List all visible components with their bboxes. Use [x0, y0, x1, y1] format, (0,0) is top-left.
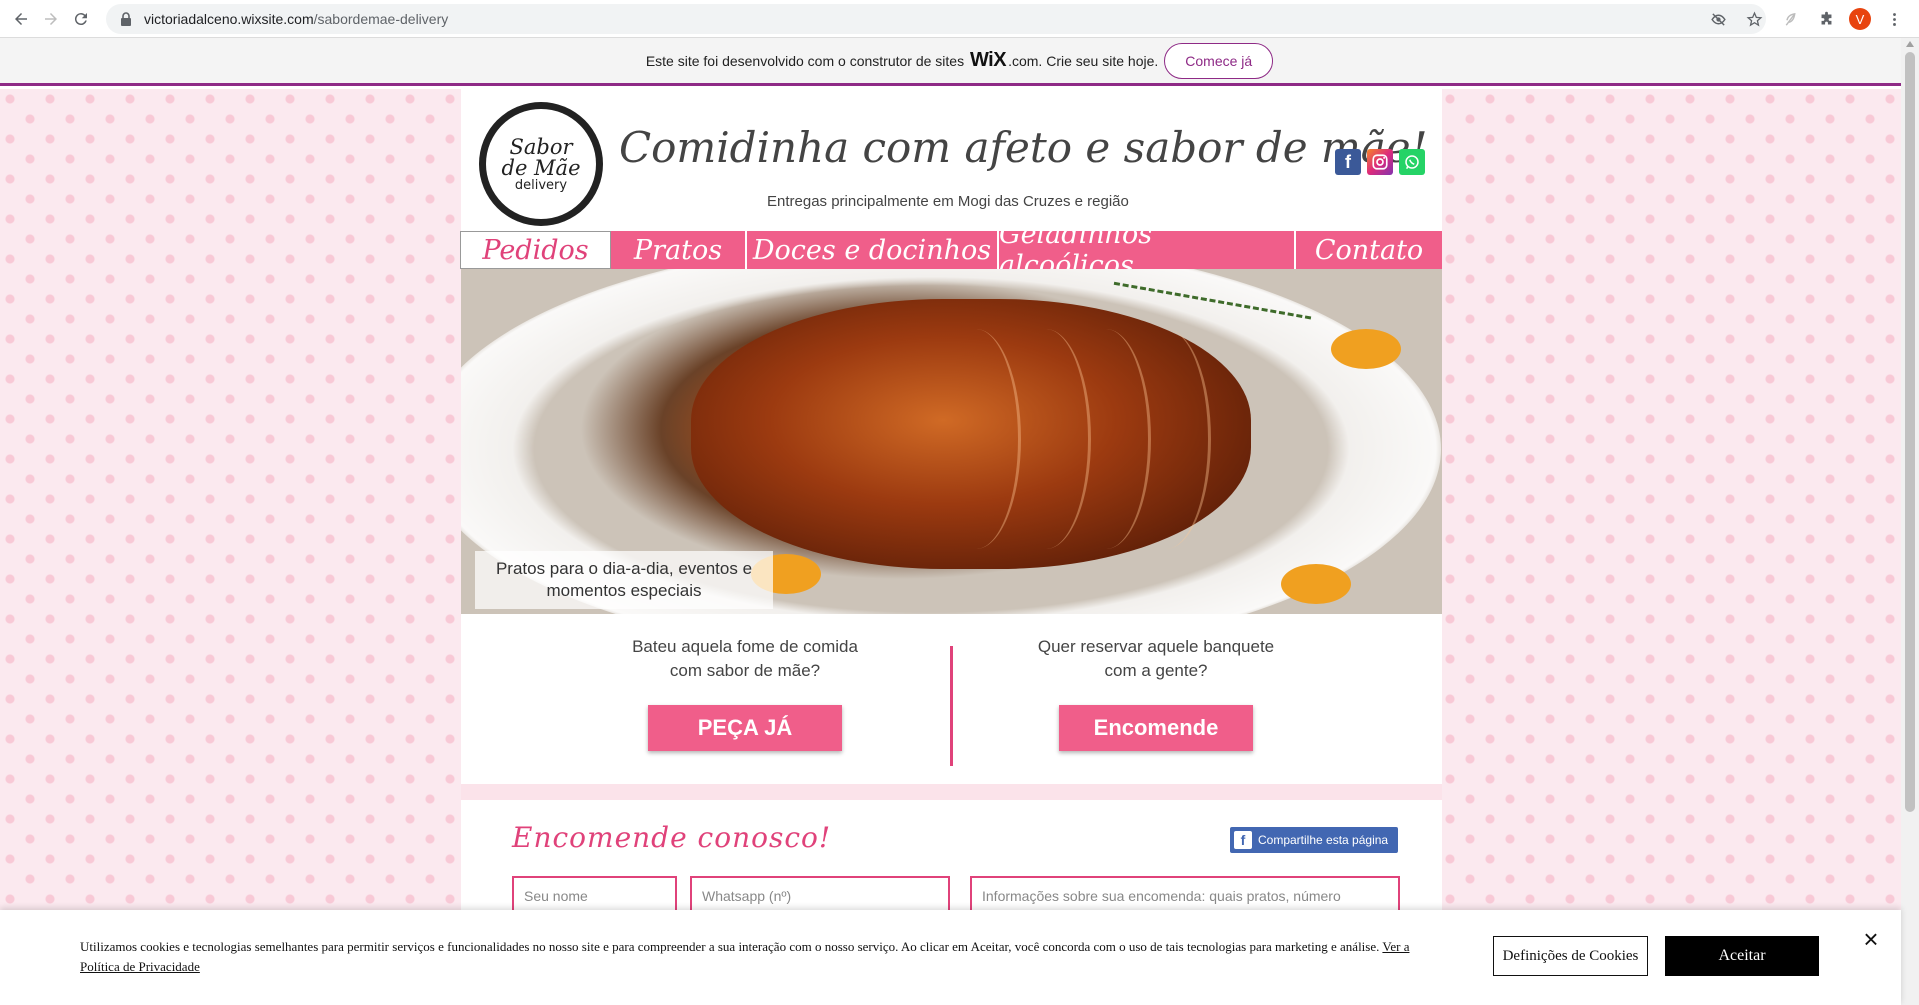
address-bar[interactable]: victoriadalceno.wixsite.com/sabordemae-d… [106, 4, 1766, 34]
url-host: victoriadalceno.wixsite.com [144, 11, 314, 27]
site-logo[interactable]: Sabor de Mãe delivery [479, 102, 603, 226]
order-form-title: Encomende conosco! [512, 821, 832, 854]
cta-right-text-1: Quer reservar aquele banquete [1037, 637, 1275, 656]
scrollbar-thumb[interactable] [1905, 52, 1915, 812]
cookie-text: Utilizamos cookies e tecnologias semelha… [80, 939, 1380, 954]
wix-logo: WiX [969, 49, 1007, 71]
menu-item-pedidos[interactable]: Pedidos [460, 231, 611, 269]
site-content: Sabor de Mãe delivery Comidinha com afet… [460, 89, 1442, 1005]
cta-divider [950, 646, 953, 766]
tracking-off-icon[interactable] [1705, 6, 1731, 32]
menu-item-contato[interactable]: Contato [1296, 231, 1442, 269]
cta-left-text-2: com sabor de mãe? [669, 660, 821, 680]
scrollbar[interactable] [1901, 38, 1919, 1005]
cookie-accept-button[interactable]: Aceitar [1665, 936, 1819, 976]
browser-toolbar: victoriadalceno.wixsite.com/sabordemae-d… [0, 0, 1919, 38]
extensions-puzzle-icon[interactable] [1813, 6, 1839, 32]
scroll-up-arrow[interactable] [1906, 41, 1914, 47]
wix-start-button[interactable]: Comece já [1164, 42, 1274, 79]
extension-feather-icon[interactable] [1777, 6, 1803, 32]
wix-banner-text-after: .com. Crie seu site hoje. [1008, 52, 1159, 69]
social-links: f [1335, 149, 1425, 175]
logo-text-delivery: delivery [514, 177, 568, 193]
bookmark-star-icon[interactable] [1741, 6, 1767, 32]
pattern-band [461, 784, 1442, 800]
lock-icon [121, 12, 131, 26]
facebook-share-button[interactable]: f Compartilhe esta página [1230, 827, 1399, 853]
menu-kebab-icon[interactable] [1881, 6, 1907, 32]
share-button-label: Compartilhe esta página [1258, 833, 1389, 847]
url-path: /sabordemae-delivery [313, 11, 449, 27]
site-title: Comidinha com afeto e sabor de mãe! [619, 123, 1428, 172]
hero-caption: Pratos para o dia-a-dia, eventos e momen… [475, 551, 773, 609]
order-now-button[interactable]: PEÇA JÁ [648, 705, 842, 751]
wix-banner-text: Este site foi desenvolvido com o constru… [645, 52, 965, 69]
logo-text-de-mae: de Mãe [501, 155, 581, 180]
book-order-button[interactable]: Encomende [1059, 705, 1253, 751]
cookie-banner: Utilizamos cookies e tecnologias semelha… [0, 910, 1901, 1005]
cookie-settings-button[interactable]: Definições de Cookies [1493, 936, 1648, 976]
logo-text-sabor: Sabor [509, 134, 573, 159]
menu-item-geladinhos[interactable]: Geladinhos alcoólicos [999, 219, 1296, 281]
menu-item-doces[interactable]: Doces e docinhos [747, 231, 999, 269]
instagram-icon[interactable] [1367, 149, 1393, 175]
reload-icon[interactable] [66, 4, 96, 34]
wix-promo-banner: Este site foi desenvolvido com o constru… [0, 38, 1919, 86]
profile-avatar[interactable]: V [1849, 8, 1871, 30]
forward-icon[interactable] [36, 4, 66, 34]
facebook-icon: f [1234, 831, 1252, 849]
menu-item-pratos[interactable]: Pratos [611, 231, 747, 269]
hero-image: Pratos para o dia-a-dia, eventos e momen… [461, 269, 1442, 614]
close-icon[interactable]: × [1860, 926, 1882, 952]
facebook-icon[interactable]: f [1335, 149, 1361, 175]
back-icon[interactable] [6, 4, 36, 34]
main-menu: Pedidos Pratos Doces e docinhos Geladinh… [460, 219, 1442, 281]
site-subtitle: Entregas principalmente em Mogi das Cruz… [767, 193, 1129, 210]
cta-left-text-1: Bateu aquela fome de comida [632, 637, 858, 656]
whatsapp-icon[interactable] [1399, 149, 1425, 175]
cta-right-text-2: com a gente? [1104, 660, 1208, 680]
